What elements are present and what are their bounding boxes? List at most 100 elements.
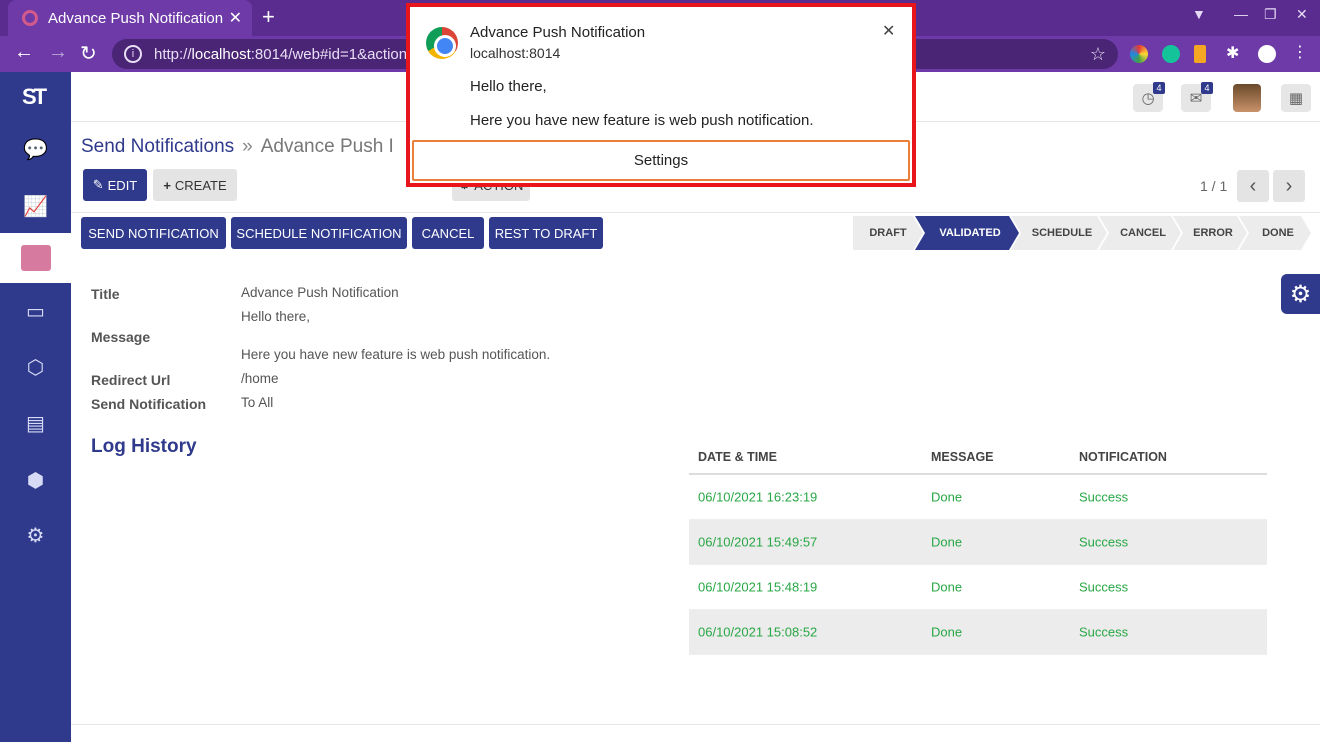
row-message: Done <box>931 489 963 505</box>
stage-draft[interactable]: DRAFT <box>853 216 923 250</box>
settings-gear-icon[interactable]: ⚙ <box>0 515 71 555</box>
table-row[interactable]: 06/10/2021 15:48:19 Done Success <box>689 565 1267 610</box>
inventory-box-icon[interactable]: ⬡ <box>0 347 71 387</box>
cancel-button[interactable]: CANCEL <box>412 217 484 249</box>
message-line-1: Hello there, <box>241 309 311 324</box>
stage-validated[interactable]: VALIDATED <box>915 216 1019 250</box>
site-info-icon[interactable]: i <box>124 45 142 63</box>
pager-previous-icon[interactable]: ‹ <box>1237 170 1269 202</box>
create-button[interactable]: + CREATE <box>153 169 237 201</box>
url-rest: :8014/web#id=1&action= <box>250 45 416 63</box>
browser-tab[interactable]: Advance Push Notification ✕ <box>8 0 252 36</box>
color-extension-icon[interactable] <box>1130 45 1148 63</box>
redirect-url-value: /home <box>241 371 279 386</box>
push-notification-app-icon[interactable] <box>0 233 71 283</box>
tab-close-icon[interactable]: ✕ <box>229 8 242 28</box>
push-notification-popup[interactable]: Advance Push Notification localhost:8014… <box>406 3 916 187</box>
reload-icon[interactable]: ↻ <box>80 41 97 66</box>
row-notification: Success <box>1079 489 1129 505</box>
log-history-table: DATE & TIME MESSAGE NOTIFICATION 06/10/2… <box>689 440 1267 655</box>
apps-cubes-icon[interactable]: ⬢ <box>0 460 71 500</box>
forward-icon[interactable]: → <box>48 41 68 64</box>
row-datetime: 06/10/2021 16:23:19 <box>698 489 818 505</box>
row-datetime: 06/10/2021 15:48:19 <box>698 579 818 595</box>
activity-clock-icon[interactable]: ◷ 4 <box>1133 82 1165 112</box>
table-row[interactable]: 06/10/2021 15:49:57 Done Success <box>689 520 1267 565</box>
app-sidebar: ST 💬 📈 ▭ ⬡ ▤ ⬢ ⚙ <box>0 72 71 742</box>
app-logo[interactable]: ST <box>22 84 47 110</box>
column-message[interactable]: MESSAGE <box>931 450 994 464</box>
redirect-url-label: Redirect Url <box>91 372 171 388</box>
popup-close-icon[interactable]: ✕ <box>882 21 895 41</box>
profile-icon[interactable] <box>1258 45 1276 63</box>
pager-next-icon[interactable]: › <box>1273 170 1305 202</box>
send-notification-value: To All <box>241 395 274 410</box>
discuss-icon[interactable]: 💬 <box>0 129 71 169</box>
tab-search-icon[interactable]: ▼ <box>1192 6 1206 22</box>
stage-schedule[interactable]: SCHEDULE <box>1011 216 1107 250</box>
customize-gear-icon[interactable]: ⚙ <box>1281 274 1320 314</box>
log-history-title: Log History <box>91 436 197 457</box>
stage-error[interactable]: ERROR <box>1173 216 1247 250</box>
table-row[interactable]: 06/10/2021 15:08:52 Done Success <box>689 610 1267 655</box>
popup-message-line-2: Here you have new feature is web push no… <box>470 112 814 129</box>
row-message: Done <box>931 579 963 595</box>
row-message: Done <box>931 534 963 550</box>
messages-count-badge: 4 <box>1201 82 1213 94</box>
minimize-icon[interactable]: — <box>1234 6 1248 22</box>
messages-icon[interactable]: ✉ 4 <box>1181 82 1213 112</box>
back-icon[interactable]: ← <box>14 41 34 64</box>
row-message: Done <box>931 624 963 640</box>
row-notification: Success <box>1079 579 1129 595</box>
table-row[interactable]: 06/10/2021 16:23:19 Done Success <box>689 475 1267 520</box>
popup-title: Advance Push Notification <box>470 24 646 41</box>
send-notification-label: Send Notification <box>91 396 207 412</box>
column-datetime[interactable]: DATE & TIME <box>698 450 777 464</box>
message-line-2: Here you have new feature is web push no… <box>241 347 551 362</box>
popup-body: Advance Push Notification localhost:8014… <box>410 7 912 183</box>
payment-card-icon[interactable]: ▭ <box>0 291 71 331</box>
column-notification[interactable]: NOTIFICATION <box>1079 450 1167 464</box>
extension-icon[interactable] <box>1194 45 1206 63</box>
popup-settings-button[interactable]: Settings <box>412 140 910 181</box>
row-notification: Success <box>1079 624 1129 640</box>
chrome-logo-icon <box>426 27 458 59</box>
new-tab-button[interactable]: + <box>262 4 275 30</box>
notification-app-icon <box>20 245 51 271</box>
breadcrumb-current: Advance Push I <box>260 136 394 157</box>
company-building-icon[interactable]: ▦ <box>1281 84 1311 112</box>
puzzle-icon[interactable]: ✱ <box>1226 43 1244 62</box>
stage-cancel[interactable]: CANCEL <box>1099 216 1181 250</box>
breadcrumb: Send Notifications » Advance Push I <box>81 136 394 158</box>
send-notification-button[interactable]: SEND NOTIFICATION <box>81 217 226 249</box>
control-panel-divider <box>71 212 1320 213</box>
window-close-icon[interactable]: ✕ <box>1296 6 1308 23</box>
invoicing-icon[interactable]: ▤ <box>0 403 71 443</box>
schedule-notification-button[interactable]: SCHEDULE NOTIFICATION <box>231 217 407 249</box>
breadcrumb-separator: » <box>242 136 253 157</box>
stage-done[interactable]: DONE <box>1239 216 1311 250</box>
reset-to-draft-button[interactable]: REST TO DRAFT <box>489 217 603 249</box>
restore-icon[interactable]: ❐ <box>1264 6 1277 23</box>
odoo-favicon-icon <box>22 10 38 26</box>
popup-host: localhost:8014 <box>470 45 561 61</box>
bookmark-star-icon[interactable]: ☆ <box>1090 44 1106 65</box>
user-avatar[interactable] <box>1233 84 1261 112</box>
title-value: Advance Push Notification <box>241 285 399 300</box>
plus-icon: + <box>163 177 171 193</box>
menu-kebab-icon[interactable]: ⋮ <box>1292 42 1310 61</box>
url-host: localhost <box>191 45 251 63</box>
title-label: Title <box>91 286 120 302</box>
dashboard-chart-icon[interactable]: 📈 <box>0 186 71 226</box>
row-notification: Success <box>1079 534 1129 550</box>
url-prefix: http:// <box>154 45 192 63</box>
page-bottom-divider <box>71 724 1320 725</box>
pager-value[interactable]: 1 / 1 <box>1200 178 1227 194</box>
edit-button[interactable]: ✎ EDIT <box>83 169 147 201</box>
grammarly-icon[interactable] <box>1162 45 1180 63</box>
popup-message-line-1: Hello there, <box>470 78 547 95</box>
activity-count-badge: 4 <box>1153 82 1165 94</box>
table-header: DATE & TIME MESSAGE NOTIFICATION <box>689 440 1267 475</box>
breadcrumb-parent[interactable]: Send Notifications <box>81 136 234 157</box>
message-label: Message <box>91 329 151 345</box>
